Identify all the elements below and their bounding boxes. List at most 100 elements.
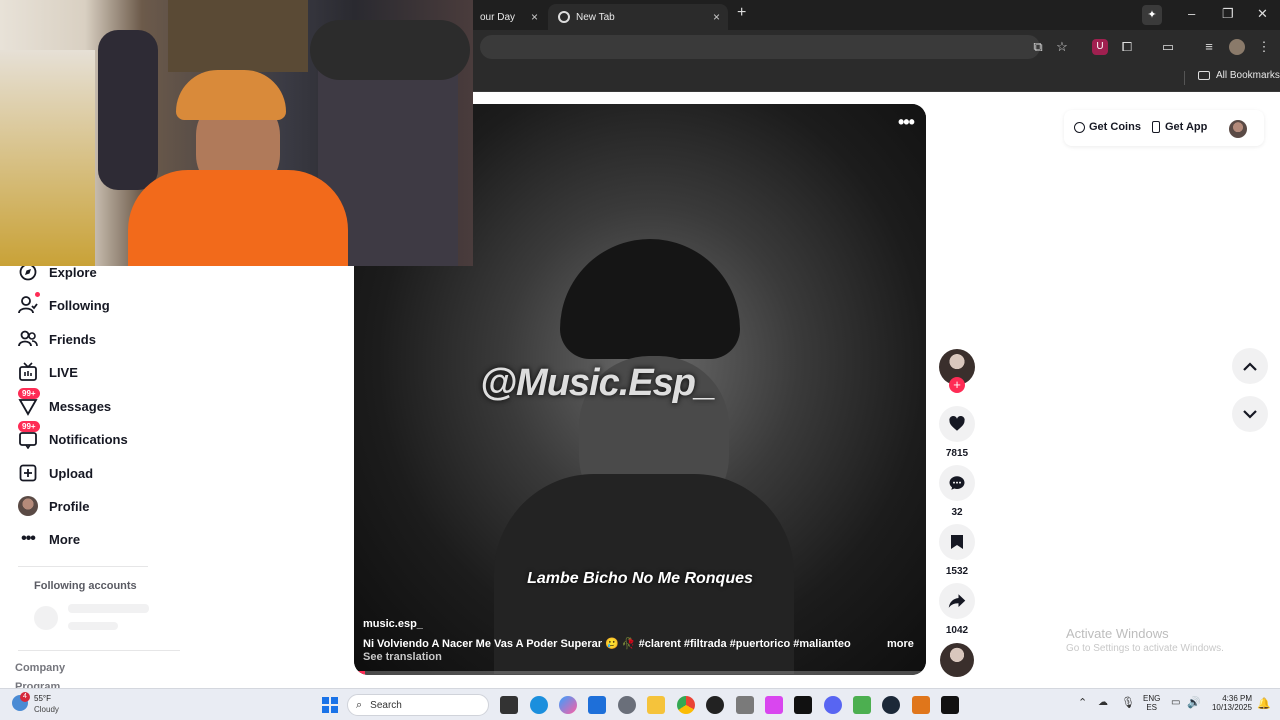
sidebar-item-messages[interactable]: 99+ Messages: [18, 388, 111, 418]
microphone-icon[interactable]: 🎙: [1121, 696, 1135, 709]
taskview-icon[interactable]: [500, 696, 518, 714]
clock[interactable]: 4:36 PM 10/13/2025: [1205, 694, 1252, 712]
get-app-label: Get App: [1165, 121, 1208, 133]
save-count: 1532: [945, 566, 969, 577]
like-action[interactable]: 7815: [938, 406, 976, 459]
extension-icon[interactable]: U: [1092, 39, 1108, 55]
save-action[interactable]: 1532: [938, 524, 976, 577]
avatar: [18, 496, 38, 516]
heart-icon[interactable]: [939, 406, 975, 442]
discord-icon[interactable]: [824, 696, 842, 714]
explorer-icon[interactable]: [647, 696, 665, 714]
close-tab-icon[interactable]: ×: [713, 10, 720, 24]
tab-title: our Day: [480, 11, 516, 23]
video-more-options-icon[interactable]: •••: [898, 112, 915, 133]
capcut-icon[interactable]: [794, 696, 812, 714]
activate-windows-subtitle: Go to Settings to activate Windows.: [1066, 643, 1224, 654]
menu-icon[interactable]: ⋮: [1256, 39, 1272, 55]
photos-icon[interactable]: [765, 696, 783, 714]
weather-badge: 4: [20, 692, 30, 702]
skeleton-line: [68, 622, 118, 630]
profile-avatar[interactable]: [1229, 39, 1245, 55]
maximize-button[interactable]: ❐: [1222, 6, 1234, 22]
cap-collection: [310, 20, 470, 80]
chrome-taskbar-icon[interactable]: [677, 696, 695, 714]
sidebar-item-label: Explore: [49, 264, 97, 280]
minimize-button[interactable]: –: [1188, 6, 1195, 21]
clock-time: 4:36 PM: [1222, 694, 1252, 703]
cast-icon[interactable]: ⧉: [1030, 39, 1046, 55]
app-icon[interactable]: [912, 696, 930, 714]
copilot-icon[interactable]: [559, 696, 577, 714]
all-bookmarks-label: All Bookmarks: [1216, 70, 1280, 81]
browser-tab-active[interactable]: New Tab ×: [548, 4, 728, 30]
sidebar-item-following[interactable]: Following: [18, 292, 110, 317]
tiktok-icon[interactable]: [941, 696, 959, 714]
sidebar-item-label: Friends: [49, 331, 96, 347]
gemini-icon[interactable]: ✦: [1142, 5, 1162, 25]
close-window-button[interactable]: ✕: [1257, 6, 1268, 22]
extensions-icon[interactable]: ⧠: [1119, 39, 1135, 55]
language-indicator[interactable]: ENG ES: [1143, 694, 1160, 712]
sidebar-item-notifications[interactable]: 99+ Notifications: [18, 421, 128, 451]
browser-tab[interactable]: our Day ×: [470, 4, 546, 30]
steam-icon[interactable]: [882, 696, 900, 714]
get-coins-button[interactable]: Get Coins: [1074, 121, 1141, 133]
taskbar-search-label: Search: [370, 699, 402, 711]
share-icon[interactable]: [939, 583, 975, 619]
cloud-icon[interactable]: ☁: [1098, 697, 1108, 708]
bookmark-icon[interactable]: [939, 524, 975, 560]
like-count: 7815: [945, 448, 969, 459]
sound-disc-avatar[interactable]: [940, 643, 974, 677]
sidebar-item-friends[interactable]: Friends: [18, 327, 96, 351]
author-avatar-action[interactable]: +: [938, 349, 976, 401]
notification-dot: [35, 292, 40, 297]
language-secondary: ES: [1146, 703, 1157, 712]
comment-action[interactable]: 32: [938, 465, 976, 518]
tray-chevron-icon[interactable]: ⌃: [1078, 696, 1087, 709]
video-progress-track[interactable]: [354, 671, 926, 675]
sidebar-item-profile[interactable]: Profile: [18, 494, 89, 518]
network-icon[interactable]: ▭: [1171, 697, 1180, 708]
messages-badge: 99+: [18, 388, 40, 399]
windows-start-icon[interactable]: [322, 697, 338, 713]
tab-search-icon[interactable]: ▭: [1160, 39, 1176, 55]
next-video-button[interactable]: [1232, 396, 1268, 432]
description-more-link[interactable]: more: [887, 638, 914, 650]
app-icon[interactable]: [706, 696, 724, 714]
comment-icon[interactable]: [939, 465, 975, 501]
divider: [18, 566, 148, 567]
close-tab-icon[interactable]: ×: [531, 10, 538, 24]
notification-bell-icon[interactable]: 🔔: [1257, 697, 1271, 710]
sidebar-item-upload[interactable]: Upload: [18, 461, 93, 485]
figure-toy: [98, 30, 158, 190]
get-app-button[interactable]: Get App: [1152, 121, 1207, 133]
streamer-shirt: [128, 170, 348, 266]
settings-icon[interactable]: [618, 696, 636, 714]
edge-icon[interactable]: [530, 696, 548, 714]
address-bar[interactable]: [480, 35, 1040, 59]
volume-icon[interactable]: 🔊: [1187, 696, 1201, 709]
divider: [18, 650, 180, 651]
sidebar-item-more[interactable]: ••• More: [18, 527, 80, 551]
video-caption-overlay: Lambe Bicho No Me Ronques: [527, 570, 753, 587]
snipping-icon[interactable]: [736, 696, 754, 714]
share-action[interactable]: 1042: [938, 583, 976, 636]
previous-video-button[interactable]: [1232, 348, 1268, 384]
minecraft-icon[interactable]: [853, 696, 871, 714]
taskbar-search[interactable]: ⌕ Search: [347, 694, 489, 716]
media-icon[interactable]: ≡: [1201, 39, 1217, 55]
user-avatar[interactable]: [1229, 120, 1247, 138]
video-author[interactable]: music.esp_: [363, 618, 423, 630]
bookmark-star-icon[interactable]: ☆: [1054, 39, 1070, 55]
follow-plus-icon[interactable]: +: [949, 377, 965, 393]
chevron-up-icon: [1243, 361, 1257, 371]
sidebar-item-label: Notifications: [49, 431, 128, 447]
footer-company[interactable]: Company: [15, 662, 65, 674]
new-tab-button[interactable]: +: [737, 4, 746, 22]
store-icon[interactable]: [588, 696, 606, 714]
see-translation-link[interactable]: See translation: [363, 651, 442, 663]
sidebar-item-live[interactable]: LIVE: [18, 360, 78, 384]
chevron-down-icon: [1243, 409, 1257, 419]
all-bookmarks[interactable]: All Bookmarks: [1198, 70, 1280, 81]
